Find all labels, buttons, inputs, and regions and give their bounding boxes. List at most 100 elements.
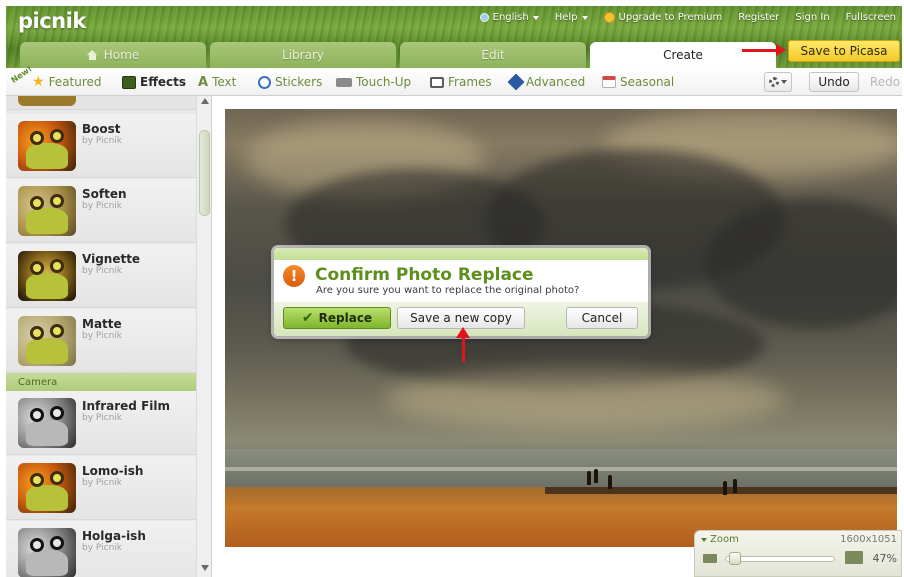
effect-author: by Picnik xyxy=(82,331,122,341)
help-label: Help xyxy=(554,12,578,23)
new-badge: New! xyxy=(9,64,34,85)
photo-canvas-area: Zoom 1600x1051 47% xyxy=(212,96,902,577)
main-tabs: Home Library Edit Create xyxy=(20,42,776,68)
upgrade-link[interactable]: Upgrade to Premium xyxy=(603,12,723,23)
list-item-partial[interactable] xyxy=(6,96,196,110)
tool-text[interactable]: A Text xyxy=(198,74,236,90)
register-link[interactable]: Register xyxy=(738,12,779,23)
effect-item-infrared-film[interactable]: Infrared Film by Picnik xyxy=(6,391,196,455)
settings-button[interactable] xyxy=(764,72,792,92)
wave-foam xyxy=(225,467,897,471)
effect-item-holga-ish[interactable]: Holga-ish by Picnik xyxy=(6,521,196,577)
star-icon: ★ xyxy=(32,74,45,90)
zoom-out-mountain-icon[interactable] xyxy=(703,554,717,563)
dialog-title: Confirm Photo Replace xyxy=(315,265,534,285)
tool-seasonal[interactable]: Seasonal xyxy=(602,74,674,90)
create-toolbar: New! ★ Featured Effects A Text Stickers … xyxy=(6,64,904,96)
effect-thumbnail xyxy=(18,528,76,577)
effect-item-matte[interactable]: Matte by Picnik xyxy=(6,309,196,373)
effect-item-lomo-ish[interactable]: Lomo-ish by Picnik xyxy=(6,456,196,520)
tool-touch-up[interactable]: Touch-Up xyxy=(336,74,411,90)
tool-effects[interactable]: Effects xyxy=(122,74,186,90)
sign-in-label: Sign In xyxy=(795,12,830,23)
chevron-down-icon xyxy=(781,80,787,84)
app-header: picnik English Help Upgrade to Premium R… xyxy=(6,6,902,68)
tab-home-label: Home xyxy=(103,48,140,62)
effect-thumbnail xyxy=(18,316,76,366)
effect-item-vignette[interactable]: Vignette by Picnik xyxy=(6,244,196,308)
zoom-in-mountain-icon[interactable] xyxy=(845,551,863,564)
replace-button[interactable]: ✔ Replace xyxy=(283,307,391,329)
tool-frames[interactable]: Frames xyxy=(430,74,492,90)
tool-featured-label: Featured xyxy=(48,75,102,89)
tool-featured[interactable]: ★ Featured xyxy=(32,74,102,90)
tab-library-label: Library xyxy=(282,48,324,62)
effect-name: Vignette xyxy=(82,252,141,266)
picnik-logo[interactable]: picnik xyxy=(18,9,86,33)
seasonal-icon xyxy=(602,76,616,88)
zoom-panel: Zoom 1600x1051 47% xyxy=(694,530,902,577)
dialog-top-bar xyxy=(274,248,648,260)
effect-thumbnail xyxy=(18,398,76,448)
confirm-photo-replace-dialog: ! Confirm Photo Replace Are you sure you… xyxy=(274,248,648,336)
effect-name: Matte xyxy=(82,317,122,331)
language-label: English xyxy=(492,12,529,23)
cancel-button[interactable]: Cancel xyxy=(566,307,638,329)
warning-icon: ! xyxy=(283,265,305,287)
effect-item-boost[interactable]: Boost by Picnik xyxy=(6,114,196,178)
tool-touch-up-label: Touch-Up xyxy=(356,75,412,89)
effects-list: Boost by Picnik Soften by Picnik Vignett… xyxy=(6,96,196,577)
effect-thumbnail xyxy=(18,96,76,106)
tab-create-label: Create xyxy=(663,48,703,62)
tool-advanced-label: Advanced xyxy=(526,75,586,89)
top-navigation: English Help Upgrade to Premium Register… xyxy=(479,12,896,23)
fullscreen-link[interactable]: Fullscreen xyxy=(846,12,896,23)
zoom-label: Zoom xyxy=(710,534,739,545)
sidebar-scrollbar[interactable] xyxy=(196,96,211,577)
section-header-camera: Camera xyxy=(6,373,196,391)
tool-stickers[interactable]: Stickers xyxy=(258,74,322,90)
scroll-up-arrow-icon[interactable] xyxy=(201,98,209,104)
advanced-icon xyxy=(507,73,525,91)
save-to-picasa-button[interactable]: Save to Picasa xyxy=(788,40,900,62)
language-menu[interactable]: English xyxy=(479,12,539,23)
tab-create[interactable]: Create xyxy=(590,42,776,68)
stickers-icon xyxy=(258,75,271,89)
help-menu[interactable]: Help xyxy=(555,12,588,23)
effect-name: Boost xyxy=(82,122,121,136)
replace-label: Replace xyxy=(318,311,373,325)
redo-button[interactable]: Redo xyxy=(864,72,904,92)
effect-author: by Picnik xyxy=(82,201,122,211)
effect-item-soften[interactable]: Soften by Picnik xyxy=(6,179,196,243)
register-label: Register xyxy=(738,12,780,23)
effect-thumbnail xyxy=(18,463,76,513)
zoom-slider-handle[interactable] xyxy=(729,552,741,565)
tool-text-label: Text xyxy=(212,75,237,89)
gear-icon xyxy=(769,77,779,87)
scrollbar-thumb[interactable] xyxy=(199,130,210,216)
image-dimensions: 1600x1051 xyxy=(840,534,897,545)
tab-library[interactable]: Library xyxy=(210,42,396,68)
chevron-down-icon xyxy=(532,15,539,20)
tool-effects-label: Effects xyxy=(140,75,187,89)
effect-author: by Picnik xyxy=(82,478,122,488)
save-new-copy-button[interactable]: Save a new copy xyxy=(397,307,525,329)
tab-edit[interactable]: Edit xyxy=(400,42,586,68)
frames-icon xyxy=(430,76,444,88)
undo-button[interactable]: Undo xyxy=(809,72,859,92)
annotation-arrow-right xyxy=(742,44,786,56)
tab-home[interactable]: Home xyxy=(20,42,206,68)
zoom-toggle[interactable]: Zoom xyxy=(701,534,739,545)
effect-name: Holga-ish xyxy=(82,529,146,543)
home-icon xyxy=(86,50,98,60)
upgrade-label: Upgrade to Premium xyxy=(618,12,723,23)
wooden-pier xyxy=(545,487,897,494)
effect-author: by Picnik xyxy=(82,413,122,423)
dialog-message: Are you sure you want to replace the ori… xyxy=(316,285,580,296)
tool-advanced[interactable]: Advanced xyxy=(507,73,586,91)
zoom-slider-track[interactable] xyxy=(725,556,835,562)
text-icon: A xyxy=(198,74,209,90)
scroll-down-arrow-icon[interactable] xyxy=(201,565,209,571)
sign-in-link[interactable]: Sign In xyxy=(795,12,829,23)
fullscreen-label: Fullscreen xyxy=(845,12,896,23)
